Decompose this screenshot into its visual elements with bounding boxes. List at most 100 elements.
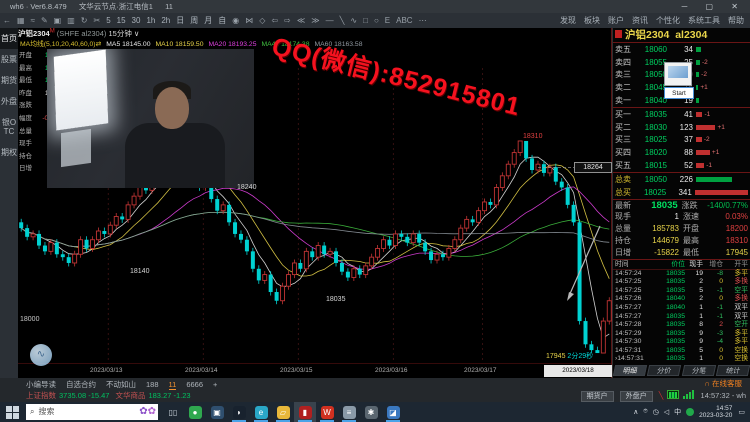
tick-table-header: 时间价位现手增仓开平 [613,260,750,270]
taskbar-search-box[interactable]: ⌕搜索 ✿✿ [26,404,158,420]
taskbar-app-store[interactable]: ▣ [206,402,228,422]
notification-icon[interactable]: ▭ [738,408,745,416]
book-row-ask-0[interactable]: 卖五1806034 [613,43,750,56]
sidebar-item-3[interactable]: 外盘 [0,91,18,112]
toolbar-icon-left-0[interactable]: ← [0,13,14,28]
capture-popup[interactable]: Start [664,62,698,104]
futures-account-button[interactable]: 期货户 [581,391,614,402]
toolbar-icon-right-2[interactable]: ◇ [256,13,268,28]
ime-indicator[interactable]: 中 [674,407,681,417]
menu-item-2[interactable]: 账户 [608,16,624,25]
panel-tab-统计[interactable]: 统计 [716,365,750,376]
panel-tab-分笔[interactable]: 分笔 [681,365,716,376]
menu-item-3[interactable]: 资讯 [632,16,648,25]
tray-mic-icon[interactable]: ⌾ [643,408,647,416]
tray-volume-icon[interactable]: ◁ [664,408,669,416]
bottom-status-strip: 小编导读自选合约不动如山188116666+ 上证指数3735.08 -15.4… [0,378,750,402]
toolbar-icon-right-14[interactable]: ⋯ [416,13,430,28]
taskbar-app-wps[interactable]: W [316,402,338,422]
toolbar-icon-left-4[interactable]: ▣ [51,13,65,28]
panel-tab-明细[interactable]: 明细 [613,365,648,376]
sidebar-item-2[interactable]: 期货 [0,70,18,91]
period-button-自[interactable]: 自 [215,13,229,28]
sidebar-item-0[interactable]: 首页 [0,28,18,49]
overseas-account-button[interactable]: 外盘户 [620,391,653,402]
toolbar-icon-right-3[interactable]: ⇦ [268,13,281,28]
window-controls[interactable]: ─ ▢ ✕ [682,0,746,13]
toolbar-icon-right-11[interactable]: ○ [371,13,382,28]
book-row-bid-1[interactable]: 买二18030123+1 [613,121,750,134]
period-button-日[interactable]: 日 [173,13,187,28]
bottom-tab-3[interactable]: 188 [146,380,159,389]
stat-row-0: 最新18035涨跌-140/0.77% [613,200,750,212]
panel-symbol-header[interactable]: 沪铝2304 al2304 [613,28,750,43]
book-row-bid-4[interactable]: 买五1801552-1 [613,159,750,172]
toolbar-icon-right-12[interactable]: E [382,13,393,28]
taskbar-app-green[interactable]: ● [184,402,206,422]
chart-area[interactable]: 开盘18140最高18160最低18130昨盘18160涨跌-15幅度-0.06… [18,48,612,378]
taskbar-app-photos[interactable]: ◪ [382,402,404,422]
toolbar-icon-left-5[interactable]: ▥ [64,13,78,28]
toolbar-icon-right-7[interactable]: — [323,13,337,28]
period-button-1h[interactable]: 1h [143,13,158,28]
period-selector[interactable]: 15分钟 ∨ [108,29,139,38]
period-button-15[interactable]: 15 [114,13,129,28]
period-button-5[interactable]: 5 [103,13,113,28]
toolbar-icon-right-9[interactable]: ∿ [347,13,360,28]
toolbar-icon-left-3[interactable]: ✎ [38,13,51,28]
sidebar-item-4[interactable]: 银OTC [0,112,18,142]
headset-icon: ∩ [704,379,709,388]
tray-status-icon[interactable] [686,408,694,416]
popup-start-button[interactable]: Start [664,87,694,99]
toolbar-icon-left-7[interactable]: ✂ [90,13,103,28]
bottom-tab-0[interactable]: 小编导读 [26,380,56,389]
taskbar-app-explorer[interactable]: ▱ [272,402,294,422]
toolbar-icon-left-2[interactable]: ≈ [28,13,38,28]
online-service-link[interactable]: ∩ 在线客服 [704,378,742,389]
panel-tab-分价[interactable]: 分价 [647,365,682,376]
taskbar-app-edge[interactable]: e [250,402,272,422]
period-button-30[interactable]: 30 [129,13,144,28]
bottom-tab-4[interactable]: 11 [169,380,177,390]
start-button[interactable] [0,402,24,422]
toolbar-icon-left-1[interactable]: ▦ [14,13,28,28]
bottom-tab-1[interactable]: 自选合约 [66,380,96,389]
toolbar-icon-right-1[interactable]: ⋈ [242,13,256,28]
price-line-label[interactable]: 18264 [574,162,612,173]
menu-item-4[interactable]: 个性化 [656,16,680,25]
bottom-tab-6[interactable]: + [213,380,217,389]
taskbar-app-settings[interactable]: ✱ [360,402,382,422]
period-button-周[interactable]: 周 [187,13,201,28]
book-row-ask-0[interactable]: 总卖18050226 [613,173,750,186]
menu-item-5[interactable]: 系统工具 [688,16,720,25]
taskbar-app-doc[interactable]: ≡ [338,402,360,422]
toolbar-icon-right-0[interactable]: ◉ [229,13,242,28]
taskbar-app-wh6[interactable]: ▮ [294,402,316,422]
period-button-月[interactable]: 月 [201,13,215,28]
menu-item-0[interactable]: 发现 [560,16,576,25]
book-row-bid-2[interactable]: 买三1802537-2 [613,134,750,147]
toolbar-icon-right-13[interactable]: ABC [393,13,415,28]
bottom-tab-5[interactable]: 6666 [186,380,203,389]
tray-clock-icon[interactable]: ◷ [653,408,659,416]
taskbar-clock[interactable]: 14:572023-03-20 [699,405,732,420]
taskbar-task-view[interactable]: ▯▯ [162,402,184,422]
toolbar-icon-right-10[interactable]: □ [360,13,371,28]
taskbar-app-penguin[interactable]: ◗ [228,402,250,422]
menu-item-1[interactable]: 板块 [584,16,600,25]
tray-chevron-icon[interactable]: ∧ [633,408,638,416]
book-row-bid-1[interactable]: 总买18025341 [613,186,750,199]
book-row-bid-3[interactable]: 买四1802088+1 [613,146,750,159]
bottom-tab-2[interactable]: 不动如山 [106,380,136,389]
sidebar-item-5[interactable]: 期权 [0,142,18,163]
period-button-2h[interactable]: 2h [158,13,173,28]
toolbar-icon-right-5[interactable]: ≪ [294,13,308,28]
toolbar-icon-left-6[interactable]: ↻ [78,13,91,28]
book-row-bid-0[interactable]: 买一1803541-1 [613,108,750,121]
toolbar-icon-right-8[interactable]: ╲ [337,13,348,28]
toolbar-icon-right-4[interactable]: ⇨ [281,13,294,28]
menu-item-6[interactable]: 帮助 [728,16,744,25]
sidebar-item-1[interactable]: 股票 [0,49,18,70]
toolbar-icon-right-6[interactable]: ≫ [308,13,322,28]
chart-symbol[interactable]: 沪铝2304 [18,29,50,38]
